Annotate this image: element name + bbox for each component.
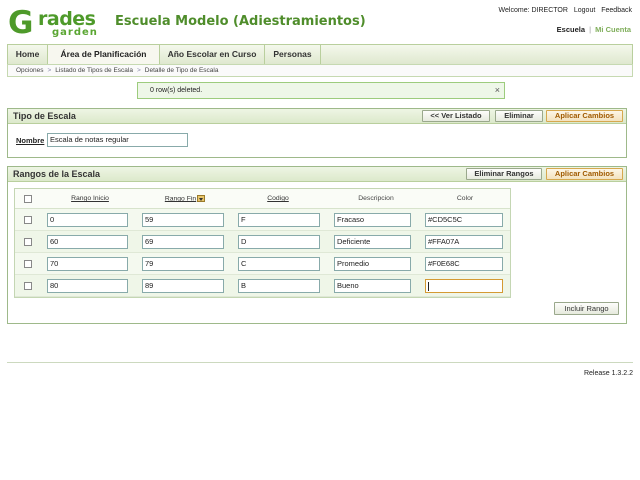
close-icon[interactable]: × xyxy=(495,83,500,98)
nombre-input[interactable]: Escala de notas regular xyxy=(47,133,188,147)
rangos-escala-header: Rangos de la Escala Eliminar Rangos Apli… xyxy=(8,167,626,182)
column-codigo[interactable]: Codigo xyxy=(253,195,303,202)
row-checkbox[interactable] xyxy=(24,260,32,268)
notice-text: 0 row(s) deleted. xyxy=(150,87,203,94)
rangos-table: Rango Inicio Rango Fin Codigo Descripcio… xyxy=(14,188,511,298)
rango-fin-input[interactable]: 79 xyxy=(142,257,224,271)
column-color: Color xyxy=(456,195,474,202)
footer-divider xyxy=(7,362,633,363)
row-checkbox[interactable] xyxy=(24,282,32,290)
column-rango-fin-wrap[interactable]: Rango Fin xyxy=(155,195,215,202)
sort-desc-icon[interactable] xyxy=(197,195,206,202)
rango-inicio-input[interactable]: 80 xyxy=(47,279,128,293)
color-input[interactable]: #FFA07A xyxy=(425,235,503,249)
descripcion-input[interactable]: Bueno xyxy=(334,279,411,293)
descripcion-input[interactable]: Deficiente xyxy=(334,235,411,249)
text-caret xyxy=(428,281,429,291)
eliminar-button[interactable]: Eliminar xyxy=(495,110,543,122)
success-notice: 0 row(s) deleted. × xyxy=(137,82,505,99)
column-rango-inicio[interactable]: Rango Inicio xyxy=(55,195,125,202)
codigo-input[interactable]: C xyxy=(238,257,320,271)
rango-fin-input[interactable]: 69 xyxy=(142,235,224,249)
table-row: 60 69 D Deficiente #FFA07A xyxy=(15,231,510,253)
logo-letter: G xyxy=(8,5,34,41)
breadcrumb-separator: > xyxy=(47,67,52,74)
table-row: 0 59 F Fracaso #CD5C5C xyxy=(15,209,510,231)
color-input-focused[interactable] xyxy=(425,279,503,293)
tab-home[interactable]: Home xyxy=(8,45,48,64)
rango-fin-input[interactable]: 89 xyxy=(142,279,224,293)
tipo-escala-header: Tipo de Escala << Ver Listado Eliminar A… xyxy=(8,109,626,124)
tab-ano-escolar[interactable]: Año Escolar en Curso xyxy=(160,45,265,64)
aplicar-cambios-rangos-button[interactable]: Aplicar Cambios xyxy=(546,168,623,180)
color-input[interactable]: #CD5C5C xyxy=(425,213,503,227)
table-row: 70 79 C Promedio #F0E68C xyxy=(15,253,510,275)
column-rango-fin[interactable]: Rango Fin xyxy=(165,195,196,202)
context-mi-cuenta[interactable]: Mi Cuenta xyxy=(595,25,631,34)
rango-inicio-input[interactable]: 70 xyxy=(47,257,128,271)
breadcrumb-opciones[interactable]: Opciones xyxy=(16,67,43,74)
breadcrumb-separator: > xyxy=(136,67,141,74)
breadcrumb: Opciones > Listado de Tipos de Escala > Deta… xyxy=(7,64,633,77)
row-checkbox[interactable] xyxy=(24,238,32,246)
color-input[interactable]: #F0E68C xyxy=(425,257,503,271)
logout-link[interactable]: Logout xyxy=(574,7,595,14)
codigo-input[interactable]: F xyxy=(238,213,320,227)
codigo-input[interactable]: B xyxy=(238,279,320,293)
feedback-link[interactable]: Feedback xyxy=(601,7,632,14)
column-descripcion: Descripcion xyxy=(358,195,394,202)
logo-sub-text: garden xyxy=(52,27,98,38)
main-nav: Home Área de Planificación Año Escolar e… xyxy=(7,44,633,64)
release-version: Release 1.3.2.2 xyxy=(583,370,633,377)
incluir-rango-button[interactable]: Incluir Rango xyxy=(554,302,619,315)
table-row: 80 89 B Bueno xyxy=(15,275,510,297)
eliminar-rangos-button[interactable]: Eliminar Rangos xyxy=(466,168,542,180)
school-title: Escuela Modelo (Adiestramientos) xyxy=(115,14,366,29)
rango-fin-input[interactable]: 59 xyxy=(142,213,224,227)
aplicar-cambios-button[interactable]: Aplicar Cambios xyxy=(546,110,623,122)
user-bar: Welcome: DIRECTOR Logout Feedback xyxy=(495,7,632,14)
tab-area-planificacion[interactable]: Área de Planificación xyxy=(48,45,160,64)
descripcion-input[interactable]: Promedio xyxy=(334,257,411,271)
ver-listado-button[interactable]: << Ver Listado xyxy=(422,110,490,122)
logo-main-text: rades xyxy=(38,8,96,30)
welcome-text: Welcome: DIRECTOR xyxy=(498,7,568,14)
context-separator: | xyxy=(589,25,592,34)
descripcion-input[interactable]: Fracaso xyxy=(334,213,411,227)
row-checkbox[interactable] xyxy=(24,216,32,224)
table-header: Rango Inicio Rango Fin Codigo Descripcio… xyxy=(15,189,510,209)
rango-inicio-input[interactable]: 60 xyxy=(47,235,128,249)
rango-inicio-input[interactable]: 0 xyxy=(47,213,128,227)
breadcrumb-listado[interactable]: Listado de Tipos de Escala xyxy=(55,67,133,74)
tab-personas[interactable]: Personas xyxy=(265,45,321,64)
breadcrumb-detalle: Detalle de Tipo de Escala xyxy=(144,67,219,74)
context-switcher: Escuela | Mi Cuenta xyxy=(557,25,631,34)
select-all-checkbox[interactable] xyxy=(24,195,32,203)
codigo-input[interactable]: D xyxy=(238,235,320,249)
grades-garden-logo: G rades garden xyxy=(8,6,104,40)
context-escuela[interactable]: Escuela xyxy=(557,25,585,34)
rangos-escala-title: Rangos de la Escala xyxy=(13,169,101,179)
nombre-label: Nombre xyxy=(16,136,45,145)
tipo-escala-title: Tipo de Escala xyxy=(13,111,76,121)
